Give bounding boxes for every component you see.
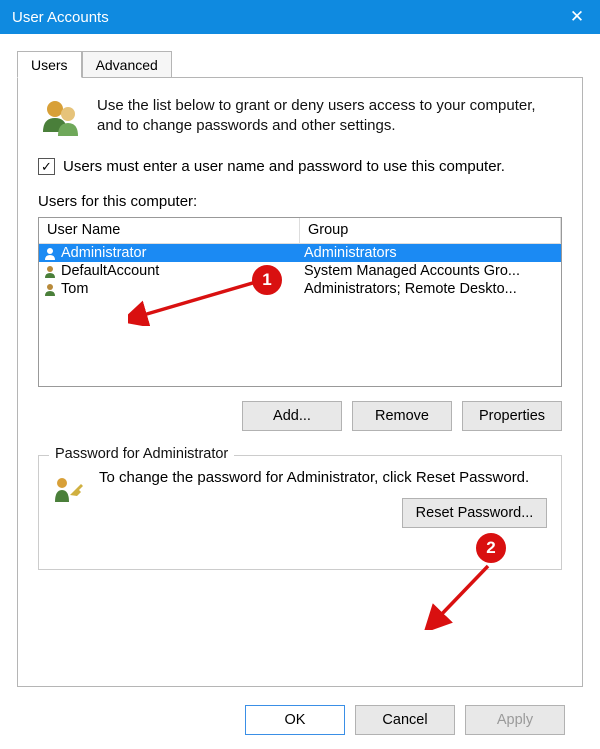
users-icon bbox=[38, 96, 82, 140]
tab-users[interactable]: Users bbox=[17, 51, 82, 78]
list-buttons: Add... Remove Properties bbox=[38, 401, 562, 431]
list-header: User Name Group bbox=[39, 218, 561, 244]
username-text: Tom bbox=[61, 281, 88, 297]
annotation-2-text: 2 bbox=[486, 538, 495, 558]
users-listbox[interactable]: User Name Group Administrator Administra… bbox=[38, 217, 562, 387]
column-username[interactable]: User Name bbox=[39, 218, 300, 244]
cell-username: Administrator bbox=[39, 244, 300, 262]
tab-advanced[interactable]: Advanced bbox=[82, 51, 172, 78]
username-text: Administrator bbox=[61, 245, 146, 261]
require-password-label: Users must enter a user name and passwor… bbox=[63, 158, 505, 175]
table-row[interactable]: DefaultAccount System Managed Accounts G… bbox=[39, 262, 561, 280]
intro-text: Use the list below to grant or deny user… bbox=[97, 96, 562, 140]
checkmark-icon: ✓ bbox=[41, 159, 52, 175]
fieldset-text: To change the password for Administrator… bbox=[99, 468, 547, 488]
cell-group: Administrators bbox=[300, 244, 561, 262]
dialog-body: Users Advanced Use the list below to gra… bbox=[0, 34, 600, 749]
column-group[interactable]: Group bbox=[300, 218, 561, 244]
titlebar: User Accounts ✕ bbox=[0, 0, 600, 34]
annotation-arrow-2 bbox=[418, 560, 508, 630]
tab-strip: Users Advanced bbox=[17, 51, 583, 78]
username-text: DefaultAccount bbox=[61, 263, 159, 279]
reset-password-button[interactable]: Reset Password... bbox=[402, 498, 547, 528]
remove-button[interactable]: Remove bbox=[352, 401, 452, 431]
require-password-checkbox[interactable]: ✓ bbox=[38, 158, 55, 175]
cell-group: Administrators; Remote Deskto... bbox=[300, 280, 561, 298]
properties-button[interactable]: Properties bbox=[462, 401, 562, 431]
user-icon bbox=[43, 246, 58, 261]
intro-row: Use the list below to grant or deny user… bbox=[38, 96, 562, 140]
fieldset-legend: Password for Administrator bbox=[49, 446, 234, 462]
annotation-1-text: 1 bbox=[262, 270, 271, 290]
annotation-badge-2: 2 bbox=[476, 533, 506, 563]
user-icon bbox=[43, 282, 58, 297]
close-icon: ✕ bbox=[570, 7, 584, 27]
require-password-row: ✓ Users must enter a user name and passw… bbox=[38, 158, 562, 175]
annotation-badge-1: 1 bbox=[252, 265, 282, 295]
table-row[interactable]: Tom Administrators; Remote Deskto... bbox=[39, 280, 561, 298]
ok-button[interactable]: OK bbox=[245, 705, 345, 735]
cell-group: System Managed Accounts Gro... bbox=[300, 262, 561, 280]
close-button[interactable]: ✕ bbox=[554, 0, 600, 34]
tab-users-label: Users bbox=[31, 57, 68, 73]
table-row[interactable]: Administrator Administrators bbox=[39, 244, 561, 262]
user-icon bbox=[43, 264, 58, 279]
apply-button[interactable]: Apply bbox=[465, 705, 565, 735]
tab-panel-users: Use the list below to grant or deny user… bbox=[17, 77, 583, 687]
tab-advanced-label: Advanced bbox=[96, 57, 158, 73]
cancel-button[interactable]: Cancel bbox=[355, 705, 455, 735]
window-title: User Accounts bbox=[12, 9, 554, 26]
dialog-buttons: OK Cancel Apply bbox=[17, 701, 583, 735]
add-button[interactable]: Add... bbox=[242, 401, 342, 431]
fieldset-buttons: Reset Password... bbox=[99, 498, 547, 528]
users-list-label: Users for this computer: bbox=[38, 193, 562, 210]
key-icon bbox=[51, 474, 85, 508]
